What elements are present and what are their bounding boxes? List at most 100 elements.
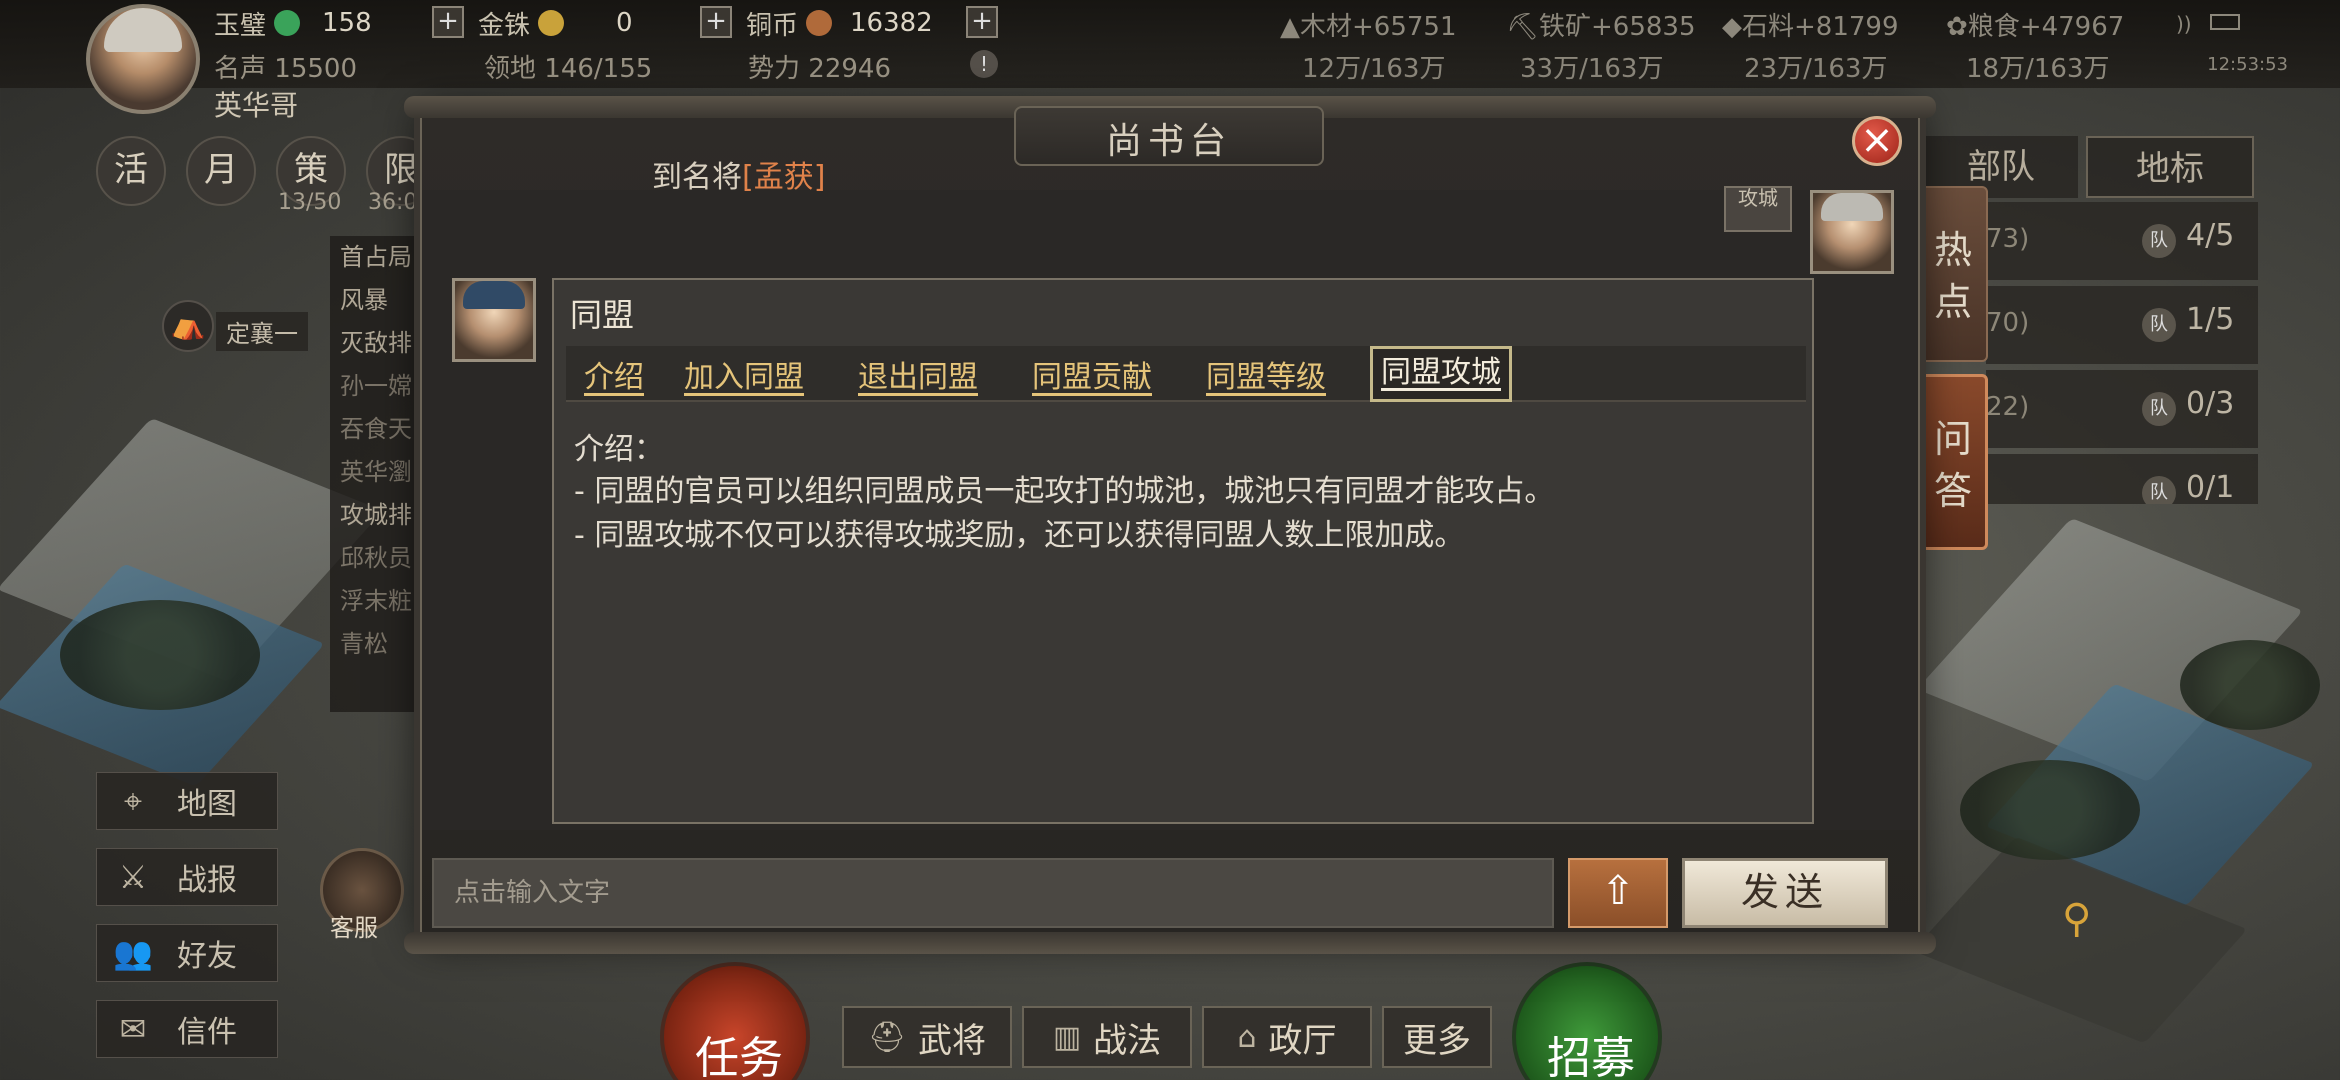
tab-leave-alliance[interactable]: 退出同盟 bbox=[854, 352, 982, 396]
tab-alliance-siege[interactable]: 同盟攻城 bbox=[1370, 346, 1512, 402]
add-gold-button[interactable]: + bbox=[700, 6, 732, 38]
map-pin-icon: ⌖ bbox=[123, 782, 143, 820]
scroll-icon: ▥ bbox=[1052, 1019, 1082, 1055]
bubble-title: 同盟 bbox=[570, 296, 635, 334]
list-item[interactable]: 浮末粧 bbox=[330, 580, 430, 623]
task-button[interactable]: 任务 bbox=[660, 962, 810, 1080]
tab-join-alliance[interactable]: 加入同盟 bbox=[680, 352, 808, 396]
tab-hot[interactable]: 热点 bbox=[1918, 186, 1988, 362]
hall-icon: ⌂ bbox=[1237, 1019, 1257, 1055]
add-jade-button[interactable]: + bbox=[432, 6, 464, 38]
recruit-button[interactable]: 招募 bbox=[1512, 962, 1662, 1080]
jade-coin-icon bbox=[274, 10, 301, 36]
dialog-frame-bottom bbox=[404, 932, 1936, 954]
message-tag: 攻城 bbox=[1724, 186, 1792, 232]
troop-row[interactable]: 73) 队 4/5 bbox=[1986, 202, 2258, 280]
queue-badge-icon: 队 bbox=[2142, 224, 2176, 258]
helmet-icon: ⛑ bbox=[867, 1019, 907, 1055]
info-icon[interactable]: ! bbox=[970, 50, 998, 78]
resource-iron: ⛏铁矿+65835 bbox=[1506, 12, 1696, 42]
tab-alliance-contribution[interactable]: 同盟贡献 bbox=[1028, 352, 1156, 396]
queue-badge-icon: 队 bbox=[2142, 308, 2176, 342]
more-button[interactable]: 更多 bbox=[1382, 1006, 1492, 1068]
forest-tile bbox=[1960, 760, 2140, 860]
iron-icon: ⛏ bbox=[1506, 12, 1540, 42]
send-button[interactable]: 发送 bbox=[1682, 858, 1888, 928]
currency-label: 铜币 bbox=[746, 10, 799, 41]
fame-stat: 名声 15500 bbox=[214, 54, 357, 84]
list-item[interactable]: 灭敌排 bbox=[330, 322, 430, 365]
list-item[interactable]: 风暴 bbox=[330, 279, 430, 322]
forest-tile bbox=[2180, 640, 2320, 730]
tab-qa[interactable]: 问答 bbox=[1918, 374, 1988, 550]
grain-icon: ✿ bbox=[1946, 12, 1968, 42]
map-marker-icon[interactable]: ⚲ bbox=[2062, 896, 2098, 942]
queue-badge-icon: 队 bbox=[2142, 392, 2176, 426]
close-button[interactable]: × bbox=[1852, 116, 1902, 166]
limit-timer: 36:0 bbox=[368, 190, 418, 215]
list-item[interactable]: 攻城排 bbox=[330, 494, 430, 537]
customer-service-label: 客服 bbox=[330, 914, 378, 942]
currency-value: 158 bbox=[322, 8, 372, 38]
list-item[interactable]: 首占局 bbox=[330, 236, 430, 279]
government-button[interactable]: ⌂ 政厅 bbox=[1202, 1006, 1372, 1068]
add-copper-button[interactable]: + bbox=[966, 6, 998, 38]
generals-button[interactable]: ⛑ 武将 bbox=[842, 1006, 1012, 1068]
list-item[interactable]: 英华瀏 bbox=[330, 451, 430, 494]
player-avatar[interactable] bbox=[86, 4, 200, 114]
resource-grain: ✿粮食+47967 bbox=[1946, 12, 2125, 42]
tactics-button[interactable]: ▥ 战法 bbox=[1022, 1006, 1192, 1068]
friends-button[interactable]: 👥 好友 bbox=[96, 924, 278, 982]
battery-icon bbox=[2210, 14, 2240, 30]
map-button[interactable]: ⌖ 地图 bbox=[96, 772, 278, 830]
queue-badge-icon: 队 bbox=[2142, 476, 2176, 504]
power-stat: 势力 22946 bbox=[748, 54, 891, 84]
copper-coin-icon bbox=[806, 10, 833, 36]
policy-count: 13/50 bbox=[278, 190, 342, 215]
list-item[interactable]: 邱秋员 bbox=[330, 537, 430, 580]
crossed-swords-icon: ⚔ bbox=[118, 858, 148, 896]
currency-gold: 金铢 0 bbox=[478, 6, 633, 41]
tent-icon[interactable]: ⛺ bbox=[162, 300, 214, 352]
list-item[interactable]: 青松 bbox=[330, 623, 430, 666]
body-heading: 介绍： bbox=[574, 432, 664, 467]
currency-label: 金铢 bbox=[478, 10, 531, 41]
expand-up-button[interactable]: ⇧ bbox=[1568, 858, 1668, 928]
activity-button[interactable]: 活 bbox=[96, 136, 166, 206]
forest-tile bbox=[60, 600, 260, 710]
event-list: 首占局 风暴 灭敌排 孙一嫦 吞食天 英华瀏 攻城排 邱秋员 浮末粧 青松 bbox=[330, 236, 430, 712]
tab-alliance-level[interactable]: 同盟等级 bbox=[1202, 352, 1330, 396]
tab-intro[interactable]: 介绍 bbox=[580, 352, 648, 396]
gold-coin-icon bbox=[538, 10, 565, 36]
resource-wood: ▲木材+65751 bbox=[1280, 12, 1457, 42]
list-item[interactable]: 吞食天 bbox=[330, 408, 430, 451]
stone-capacity: 23万/163万 bbox=[1744, 54, 1888, 84]
troop-row[interactable]: 70) 队 1/5 bbox=[1986, 286, 2258, 364]
monthly-button[interactable]: 月 bbox=[186, 136, 256, 206]
body-line: - 同盟的官员可以组织同盟成员一起攻打的城池，城池只有同盟才能攻占。 bbox=[574, 474, 1555, 509]
dialog-title: 尚书台 bbox=[1105, 121, 1232, 162]
region-banner[interactable]: 定襄一 bbox=[216, 312, 308, 351]
iron-capacity: 33万/163万 bbox=[1520, 54, 1664, 84]
currency-label: 玉璧 bbox=[214, 10, 267, 41]
territory-stat: 领地 146/155 bbox=[484, 54, 653, 84]
mail-button[interactable]: ✉ 信件 bbox=[96, 1000, 278, 1058]
battle-report-button[interactable]: ⚔ 战报 bbox=[96, 848, 278, 906]
wifi-icon: )) bbox=[2176, 12, 2192, 36]
troop-row[interactable]: 队 0/1 bbox=[1986, 454, 2258, 504]
body-line: - 同盟攻城不仅可以获得攻城奖励，还可以获得同盟人数上限加成。 bbox=[574, 518, 1465, 553]
list-item[interactable]: 孙一嫦 bbox=[330, 365, 430, 408]
wood-icon: ▲ bbox=[1280, 12, 1300, 42]
message-input[interactable]: 点击输入文字 bbox=[432, 858, 1554, 928]
self-avatar[interactable] bbox=[1810, 190, 1894, 274]
resource-stone: ◆石料+81799 bbox=[1722, 12, 1899, 42]
currency-copper: 铜币 16382 bbox=[746, 6, 933, 41]
currency-jade: 玉璧 158 bbox=[214, 6, 372, 41]
friends-icon: 👥 bbox=[113, 934, 153, 972]
tab-landmarks[interactable]: 地标 bbox=[2086, 136, 2254, 198]
mail-icon: ✉ bbox=[119, 1010, 147, 1048]
currency-value: 16382 bbox=[850, 8, 933, 38]
grain-capacity: 18万/163万 bbox=[1966, 54, 2110, 84]
troop-row[interactable]: 22) 队 0/3 bbox=[1986, 370, 2258, 448]
advisor-avatar[interactable] bbox=[452, 278, 536, 362]
